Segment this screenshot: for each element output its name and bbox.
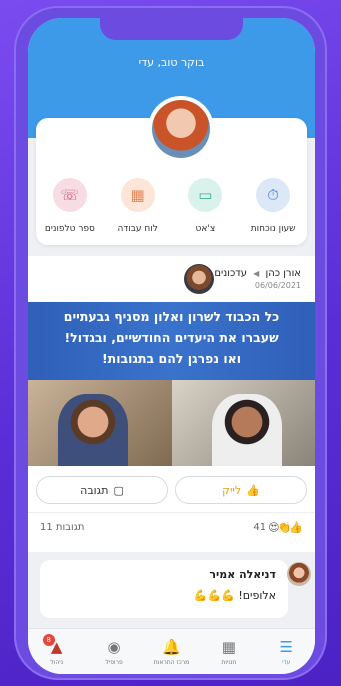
post-stats: 11 תגובות 41 😍 👏 👍 (28, 512, 315, 542)
quick-action-label: שעון נוכחות (250, 224, 296, 234)
post-photo-1[interactable] (28, 380, 172, 466)
post-author-row[interactable]: אורן כהן ◀ עדכונים 06/06/2021 (184, 264, 307, 294)
like-button-label: לייק (222, 483, 242, 497)
nav-item-profile[interactable]: ◉ פרופיל (88, 638, 140, 666)
nav-label: ניהול (50, 658, 64, 666)
nav-label: חנויות (221, 658, 237, 666)
like-button[interactable]: 👍 לייק (175, 476, 307, 504)
post-channel[interactable]: עדכונים (214, 268, 247, 279)
comment-button-label: תגובה (80, 483, 109, 497)
post-photos[interactable] (28, 380, 315, 466)
notification-badge: 8 (42, 633, 55, 646)
comment-icon: ▢ (113, 483, 124, 497)
banner-line: שעברו את היעדים החודשיים, ובגדול! (64, 330, 279, 345)
quick-action-label: ספר טלפונים (44, 224, 95, 234)
nav-item-management[interactable]: ▲ 8 ניהול (31, 633, 83, 666)
comment-text: אלופים! 💪💪💪 (193, 589, 276, 602)
quick-action-time-clock[interactable]: ⏱ שעון נוכחות (241, 178, 305, 234)
comment-section: דניאלה אמיר אלופים! 💪💪💪 (28, 552, 315, 628)
feed-icon: ☰ (279, 637, 293, 656)
feed-post: אורן כהן ◀ עדכונים 06/06/2021 כל הכבוד ל… (28, 256, 315, 552)
thumbs-up-icon: 👍 (289, 521, 303, 534)
post-photo-2[interactable] (171, 380, 315, 466)
grid-icon: ▦ (221, 637, 236, 656)
phone-notch (100, 18, 243, 40)
nav-item-feed[interactable]: ☰ עדי (260, 638, 312, 666)
nav-label: מרכז התראות (153, 658, 190, 666)
post-actions: ▢ תגובה 👍 לייק (36, 476, 307, 504)
greeting-text: בוקר טוב, עדי (138, 56, 205, 69)
reactions-count: 41 (253, 522, 267, 533)
banner-line: כל הכבוד לשרון ואלון מסניף גבעתיים (63, 309, 280, 324)
nav-item-stores[interactable]: ▦ חנויות (203, 638, 255, 666)
app-screen: בוקר טוב, עדי ☏ ספר טלפונים ▦ לוח עבודה … (28, 18, 315, 674)
chevron-left-icon: ◀ (253, 269, 260, 278)
bell-icon: 🔔 (162, 637, 181, 656)
commenter-avatar[interactable] (287, 562, 311, 586)
bottom-nav: ☰ עדי ▦ חנויות 🔔 מרכז התראות ◉ פרופיל ▲ … (28, 628, 315, 674)
comments-count[interactable]: 11 תגובות (40, 522, 84, 533)
phone-icon: ☏ (52, 178, 87, 212)
nav-item-notifications[interactable]: 🔔 מרכז התראות (145, 638, 197, 666)
quick-action-label: לוח עבודה (117, 224, 158, 234)
reactions-summary[interactable]: 41 😍 👏 👍 (253, 521, 303, 534)
nav-label: פרופיל (105, 658, 123, 666)
quick-action-label: צ'אט (195, 224, 216, 234)
calendar-icon: ▦ (120, 178, 155, 212)
author-avatar[interactable] (184, 264, 215, 294)
stopwatch-icon: ⏱ (256, 178, 291, 212)
author-name[interactable]: אורן כהן (265, 268, 301, 279)
comment-bubble: דניאלה אמיר אלופים! 💪💪💪 (40, 560, 288, 618)
nav-label: עדי (282, 658, 291, 666)
post-date: 06/06/2021 (254, 281, 301, 290)
user-avatar-image (152, 100, 210, 158)
comment-button[interactable]: ▢ תגובה (36, 476, 168, 504)
comment-author[interactable]: דניאלה אמיר (52, 568, 276, 581)
quick-action-work-schedule[interactable]: ▦ לוח עבודה (106, 178, 170, 234)
user-avatar[interactable] (148, 96, 214, 162)
profile-icon: ◉ (107, 637, 121, 656)
quick-action-phonebook[interactable]: ☏ ספר טלפונים (38, 178, 102, 234)
chat-icon: ▭ (188, 178, 223, 212)
banner-line: ואו נפרגן להם בתגובות! (101, 351, 242, 366)
quick-action-chat[interactable]: ▭ צ'אט (173, 178, 237, 234)
post-banner: כל הכבוד לשרון ואלון מסניף גבעתיים שעברו… (28, 302, 315, 380)
thumbs-up-icon: 👍 (246, 483, 260, 497)
